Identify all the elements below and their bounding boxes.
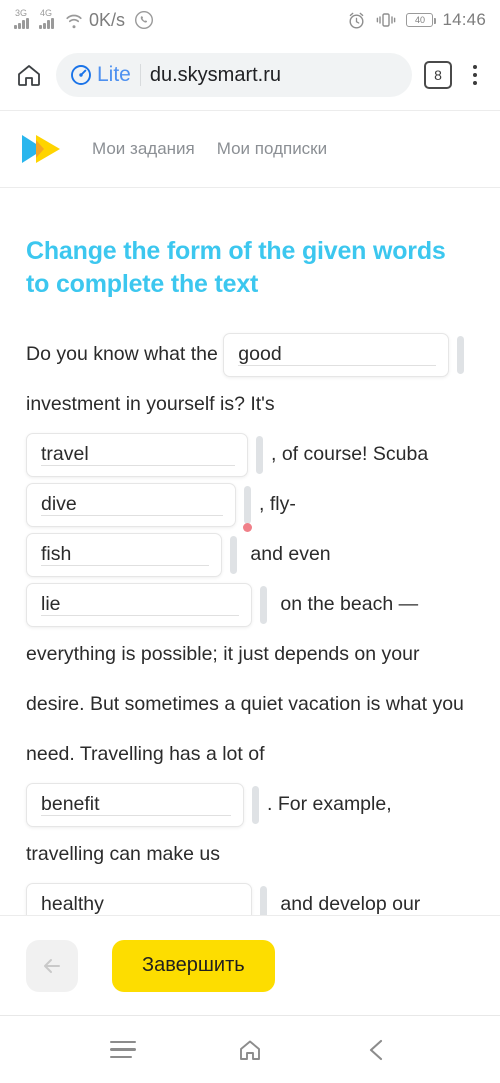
gap-input[interactable]: healthy [26, 882, 252, 915]
speedometer-icon [70, 64, 92, 86]
site-header: Мои задания Мои подписки [0, 110, 500, 188]
exercise-text: , fly- [259, 493, 296, 515]
network-1-label: 3G [15, 8, 28, 18]
gap-hint-word: dive [41, 493, 77, 516]
gap-hint-word: benefit [41, 793, 100, 816]
exercise-text: and even [245, 543, 337, 565]
chevron-left-icon [363, 1036, 391, 1064]
gap-status-marker[interactable] [260, 885, 267, 915]
vibrate-icon [375, 11, 397, 29]
gap-status-marker[interactable] [457, 335, 465, 374]
gap-status-marker-error[interactable] [243, 485, 252, 532]
home-icon[interactable] [14, 60, 44, 90]
gap-status-marker[interactable] [252, 785, 259, 824]
url-text[interactable]: du.skysmart.ru [150, 64, 281, 87]
nav-my-assignments[interactable]: Мои задания [92, 139, 195, 159]
gap-hint-word: healthy [41, 893, 104, 915]
gap-status-marker[interactable] [230, 535, 237, 574]
status-bar: 3G 4G 0K/s 40 14:46 [0, 0, 500, 40]
signal-3g-icon: 3G [14, 8, 34, 30]
alarm-clock-icon [347, 11, 366, 30]
address-bar[interactable]: Lite du.skysmart.ru [56, 53, 412, 97]
gap-input[interactable]: fish [26, 532, 222, 577]
gap-fill: dive [26, 482, 259, 532]
gap-fill: lie [26, 582, 275, 627]
arrow-left-icon [39, 953, 65, 979]
finish-button[interactable]: Завершить [112, 939, 275, 992]
tab-counter-button[interactable]: 8 [424, 61, 452, 89]
gap-fill: benefit [26, 782, 267, 827]
lite-mode-badge[interactable]: Lite [70, 63, 131, 87]
recents-icon [110, 1040, 137, 1059]
exercise-body: Do you know what the good investment in … [26, 329, 474, 915]
gap-input[interactable]: dive [26, 482, 236, 527]
gap-fill: healthy [26, 882, 275, 915]
tab-count-label: 8 [434, 67, 442, 83]
back-button[interactable] [26, 939, 78, 992]
browser-toolbar: Lite du.skysmart.ru 8 [0, 40, 500, 110]
gap-fill: fish [26, 532, 245, 577]
status-bar-left: 3G 4G 0K/s [14, 8, 154, 31]
exercise-scroll-area[interactable]: Change the form of the given words to co… [0, 190, 500, 915]
skysmart-logo-icon[interactable] [18, 132, 70, 166]
clock-label: 14:46 [442, 10, 486, 29]
exercise-text: , of course! Scuba [271, 443, 434, 465]
exercise-footer: Завершить [0, 915, 500, 1015]
viber-icon [134, 10, 154, 30]
gap-hint-word: travel [41, 443, 89, 466]
battery-icon: 40 [406, 13, 437, 27]
gap-hint-word: good [238, 343, 282, 366]
gap-hint-word: lie [41, 593, 61, 616]
signal-4g-icon: 4G [39, 8, 59, 30]
exercise-text: and develop our [275, 893, 421, 915]
android-nav-bar [0, 1015, 500, 1083]
omnibox-divider [139, 64, 141, 86]
gap-hint-word: fish [41, 543, 72, 566]
home-icon [235, 1035, 265, 1065]
gap-input-underline [41, 614, 239, 616]
gap-fill: travel [26, 432, 271, 477]
gap-input[interactable]: good [223, 332, 450, 377]
gap-status-marker[interactable] [256, 435, 263, 474]
status-bar-right: 40 14:46 [347, 10, 486, 30]
gap-status-marker[interactable] [260, 585, 267, 624]
back-button[interactable] [354, 1027, 400, 1073]
gap-input[interactable]: benefit [26, 782, 244, 827]
recents-button[interactable] [100, 1027, 146, 1073]
gap-input[interactable]: lie [26, 582, 252, 627]
battery-level-label: 40 [414, 15, 425, 25]
wifi-icon [64, 11, 84, 29]
home-button[interactable] [227, 1027, 273, 1073]
lite-label: Lite [97, 63, 131, 86]
page-title: Change the form of the given words to co… [26, 237, 446, 298]
network-speed-label: 0K/s [89, 9, 126, 30]
network-2-label: 4G [40, 8, 53, 18]
gap-input[interactable]: travel [26, 432, 248, 477]
nav-my-subscriptions[interactable]: Мои подписки [217, 139, 327, 159]
kebab-menu-icon[interactable] [464, 65, 486, 85]
gap-fill: good [223, 332, 472, 377]
exercise-text: Do you know what the [26, 343, 224, 365]
